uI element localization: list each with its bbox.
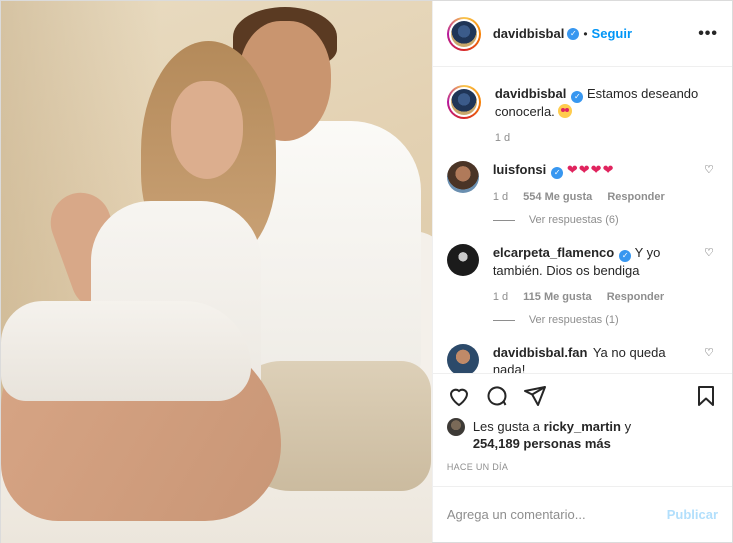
paper-plane-icon[interactable] xyxy=(523,384,547,408)
comment-like-heart-icon[interactable]: ♡ xyxy=(704,163,718,176)
comments-list: davidbisbal ✓ Estamos deseando conocerla.… xyxy=(433,67,732,373)
author-avatar-image xyxy=(450,20,477,47)
comment-avatar[interactable] xyxy=(446,244,479,276)
post-side-panel: davidbisbal ✓ • Seguir ••• davidbisbal ✓ … xyxy=(431,1,732,542)
comment-like-heart-icon[interactable]: ♡ xyxy=(704,346,718,359)
photo-woman-face xyxy=(171,81,243,179)
reply-button[interactable]: Responder xyxy=(607,191,664,203)
comment-avatar[interactable] xyxy=(446,344,479,373)
separator-dot: • xyxy=(583,26,588,41)
comment-item: elcarpeta_flamenco ✓ Y yo también. Dios o… xyxy=(446,244,718,306)
comment-meta: 1 d 554 Me gusta Responder xyxy=(493,189,698,206)
likes-summary: Les gusta a ricky_martin y 254,189 perso… xyxy=(433,418,732,452)
caption-avatar[interactable] xyxy=(446,85,481,119)
likes-prefix: Les gusta a xyxy=(472,419,541,434)
comment-meta: 1 d 115 Me gusta Responder xyxy=(493,289,698,306)
comment-body: davidbisbal.fan Ya no queda nada! xyxy=(493,344,698,373)
comment-like-heart-icon[interactable]: ♡ xyxy=(704,246,718,259)
bookmark-icon[interactable] xyxy=(694,384,718,408)
comment-item: luisfonsi ✓ ❤❤❤❤ 1 d 554 Me gusta Respond… xyxy=(446,161,718,206)
verified-badge-icon: ✓ xyxy=(551,167,564,179)
verified-badge-icon: ✓ xyxy=(619,250,632,262)
comment-input[interactable] xyxy=(446,507,667,522)
likes-count[interactable]: 254,189 personas más xyxy=(473,436,611,451)
author-username[interactable]: davidbisbal xyxy=(493,26,565,41)
caption-meta: 1 d xyxy=(495,130,718,147)
comment-text: ❤❤❤❤ xyxy=(566,162,615,177)
post-photo[interactable] xyxy=(1,1,432,543)
view-replies-button[interactable]: Ver respuestas (1) xyxy=(492,314,718,326)
author-avatar[interactable] xyxy=(446,16,481,51)
instagram-post: davidbisbal ✓ • Seguir ••• davidbisbal ✓ … xyxy=(0,0,733,543)
replies-line xyxy=(492,219,515,221)
post-timestamp[interactable]: HACE UN DÍA xyxy=(433,452,732,472)
comment-avatar[interactable] xyxy=(446,161,479,193)
caption-username[interactable]: davidbisbal xyxy=(495,86,567,101)
liker-username[interactable]: ricky_martin xyxy=(544,419,621,434)
verified-badge-icon: ✓ xyxy=(567,27,580,40)
author-info: davidbisbal ✓ • Seguir xyxy=(493,26,632,41)
heart-outline-icon[interactable] xyxy=(447,384,471,408)
comment-body: elcarpeta_flamenco ✓ Y yo también. Dios o… xyxy=(493,244,698,306)
comment-username[interactable]: luisfonsi xyxy=(493,162,546,177)
comment-age: 1 d xyxy=(492,291,509,303)
comment-item: davidbisbal.fan Ya no queda nada! ♡ xyxy=(446,344,718,373)
comment-likes[interactable]: 554 Me gusta xyxy=(523,191,592,203)
more-horizontal-icon[interactable]: ••• xyxy=(698,25,718,43)
heart-eyes-emoji-icon xyxy=(558,104,573,118)
replies-line xyxy=(492,319,515,321)
comment-bubble-icon[interactable] xyxy=(485,384,509,408)
liker-avatar[interactable] xyxy=(446,418,465,436)
comment-body: luisfonsi ✓ ❤❤❤❤ 1 d 554 Me gusta Respond… xyxy=(493,161,698,206)
comment-likes[interactable]: 115 Me gusta xyxy=(523,291,591,303)
add-comment-bar: Publicar xyxy=(432,486,732,542)
caption-age: 1 d xyxy=(494,132,511,144)
likes-connector: y xyxy=(624,419,632,434)
post-header: davidbisbal ✓ • Seguir ••• xyxy=(432,1,732,67)
view-replies-button[interactable]: Ver respuestas (6) xyxy=(492,214,718,226)
view-replies-label: Ver respuestas (1) xyxy=(528,314,619,326)
verified-badge-icon: ✓ xyxy=(571,91,584,103)
comment-username[interactable]: elcarpeta_flamenco xyxy=(493,245,614,260)
follow-button[interactable]: Seguir xyxy=(592,26,632,41)
photo-woman-skirt xyxy=(1,301,251,401)
comment-age: 1 d xyxy=(492,191,509,203)
view-replies-label: Ver respuestas (6) xyxy=(528,214,619,226)
post-actions xyxy=(432,373,732,418)
caption: davidbisbal ✓ Estamos deseando conocerla.… xyxy=(446,85,718,147)
publish-button[interactable]: Publicar xyxy=(667,507,718,522)
caption-body: davidbisbal ✓ Estamos deseando conocerla.… xyxy=(495,85,718,147)
reply-button[interactable]: Responder xyxy=(607,291,664,303)
comment-username[interactable]: davidbisbal.fan xyxy=(493,345,588,360)
